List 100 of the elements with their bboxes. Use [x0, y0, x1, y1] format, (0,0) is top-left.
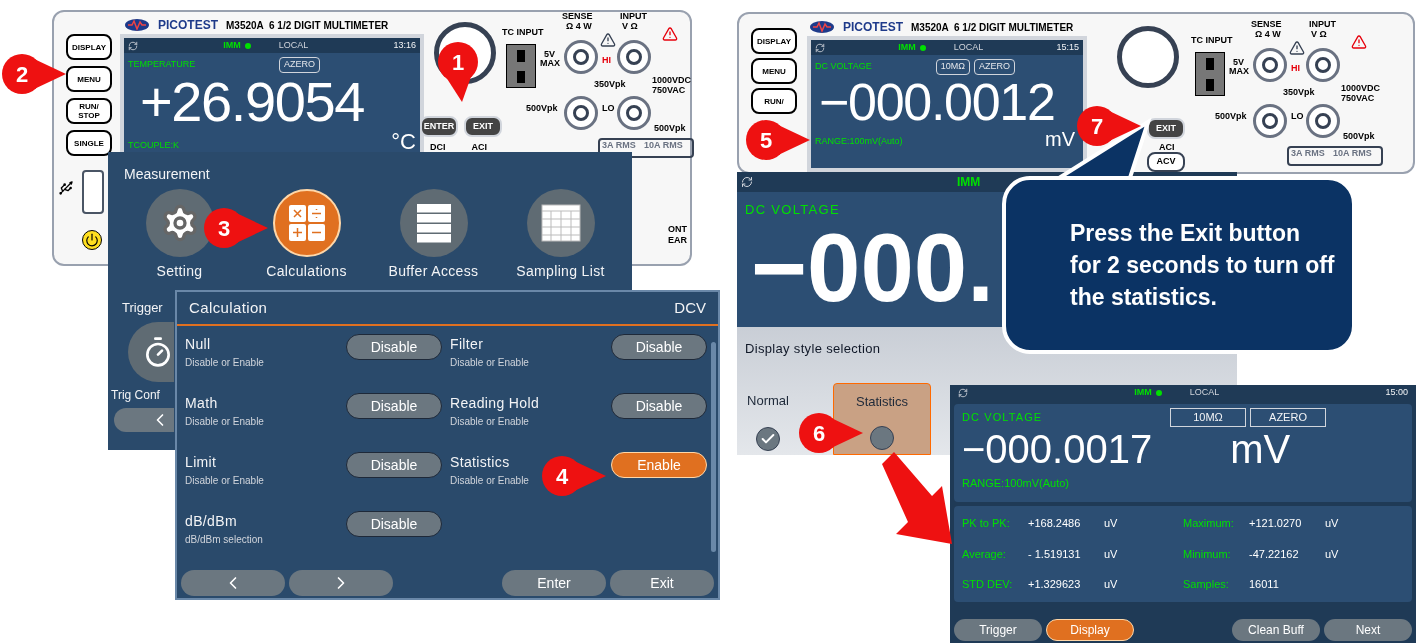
dialog-button[interactable]: Exit	[610, 570, 714, 596]
front-key[interactable]: EXIT	[1147, 118, 1185, 139]
stat-unit: uV	[1104, 546, 1118, 562]
option-hint: Disable or Enable	[450, 356, 529, 370]
option-hint: Disable or Enable	[185, 415, 264, 429]
toggle-button[interactable]: Disable	[611, 334, 707, 360]
range-label: RANGE:100mV(Auto)	[815, 135, 903, 148]
refresh-icon	[958, 387, 968, 398]
toggle-button[interactable]: Disable	[346, 511, 442, 537]
tc-input-socket	[506, 44, 536, 88]
menu-item[interactable]: Sampling List	[497, 189, 624, 282]
toggle-button[interactable]: Disable	[611, 393, 707, 419]
usb-port	[82, 170, 104, 214]
mode-tag: AZERO	[974, 59, 1015, 75]
terminal-label: TC INPUT	[502, 28, 544, 37]
section-title: Trigger	[121, 299, 163, 317]
mode-tag: 10MΩ	[935, 59, 970, 75]
terminal-label: 500Vpk	[654, 124, 686, 133]
front-key[interactable]: ENTER	[420, 116, 458, 137]
clock-label: 15:15	[1056, 40, 1079, 54]
side-key[interactable]: MENU	[66, 66, 112, 92]
terminal-label: INPUT	[1309, 20, 1336, 29]
terminal-jack	[564, 40, 598, 74]
terminal-label: 1000VDC	[1341, 84, 1381, 93]
terminal-label: 1000VDC	[652, 76, 692, 85]
front-key[interactable]: ACV	[1147, 152, 1185, 172]
side-key[interactable]: DISPLAY	[751, 28, 797, 54]
terminal-label: SENSE	[1251, 20, 1282, 29]
terminal-jack	[617, 96, 651, 130]
terminal-label: V Ω	[622, 22, 638, 31]
option-hint: Disable or Enable	[450, 415, 529, 429]
stat-value: -47.22162	[1249, 546, 1300, 562]
terminal-label: 3A RMS	[602, 141, 636, 150]
option-name: Limit	[185, 453, 217, 472]
refresh-icon	[815, 42, 825, 53]
key-caption: DCI	[430, 141, 446, 154]
callout-text: Press the Exit button for 2 seconds to turn off the statistics.	[1070, 219, 1336, 312]
toggle-button[interactable]: Disable	[346, 334, 442, 360]
stat-label: PK to PK:	[962, 516, 1011, 532]
front-key[interactable]: EXIT	[464, 116, 502, 137]
remote-label: LOCAL	[1189, 385, 1220, 399]
softkey-button[interactable]: Clean Buff	[1232, 619, 1320, 641]
stat-value: 16011	[1249, 577, 1280, 593]
refresh-icon	[128, 40, 138, 51]
style-option[interactable]: Normal	[741, 383, 795, 455]
reading-value: +26.9054	[139, 72, 364, 131]
terminal-jack	[564, 96, 598, 130]
terminal-label: INPUT	[620, 12, 647, 21]
terminal-label: 3A RMS	[1291, 149, 1325, 158]
stat-label: Average:	[962, 546, 1007, 562]
reading-value: −000.	[751, 219, 994, 316]
function-label: DC VOLTAGE	[744, 201, 841, 219]
sensor-label: TCOUPLE:K	[128, 139, 179, 152]
side-key[interactable]: RUN/	[751, 88, 797, 114]
toggle-button[interactable]: Disable	[346, 393, 442, 419]
brand-logo-icon	[124, 18, 150, 32]
mode-tag: 10MΩ	[1170, 408, 1246, 427]
stat-unit: uV	[1325, 546, 1339, 562]
dialog-title: Display style selection	[744, 340, 882, 358]
terminal-label: LO	[1291, 112, 1304, 121]
reading-value: −000.0012	[818, 74, 1055, 129]
stat-value: +121.0270	[1249, 516, 1303, 532]
side-key[interactable]: SINGLE	[66, 130, 112, 156]
warning-icon	[1289, 40, 1305, 56]
option-name: Math	[185, 394, 218, 413]
back-button[interactable]	[114, 407, 174, 432]
side-key[interactable]: RUN/ STOP	[66, 98, 112, 124]
function-label: TEMPERATURE	[128, 58, 196, 71]
panel-title: Calculation	[189, 297, 268, 318]
terminal-label: 10A RMS	[644, 141, 683, 150]
option-name: dB/dBm	[185, 512, 237, 531]
terminal-label: 750VAC	[1341, 94, 1375, 103]
mode-label: IMM	[898, 40, 916, 54]
option-hint: Disable or Enable	[185, 356, 264, 370]
unit-label: mV	[1045, 128, 1076, 149]
softkey-button[interactable]: Next	[1324, 619, 1412, 641]
side-key[interactable]: MENU	[751, 58, 797, 84]
mode-label: DCV	[674, 297, 706, 318]
softkey-button[interactable]: Trigger	[954, 619, 1042, 641]
stopwatch-button[interactable]	[128, 321, 174, 382]
function-label: DC VOLTAGE	[815, 60, 872, 73]
mode-tag: AZERO	[279, 57, 320, 73]
brand-logo-icon	[809, 20, 835, 34]
model-name: M3520A 6 1/2 DIGIT MULTIMETER	[911, 20, 1074, 35]
terminal-label: Ω 4 W	[1255, 30, 1281, 39]
style-option[interactable]: Statistics	[833, 383, 931, 455]
stat-label: Maximum:	[1183, 516, 1235, 532]
terminal-jack	[1253, 104, 1287, 138]
brand-name: PICOTEST	[158, 17, 218, 34]
brand-name: PICOTEST	[843, 19, 903, 36]
menu-title: Measurement	[123, 165, 211, 184]
terminal-label: SENSE	[562, 12, 593, 21]
dialog-button[interactable]: Enter	[502, 570, 606, 596]
option-hint: Disable or Enable	[450, 474, 529, 488]
menu-item[interactable]: Buffer Access	[370, 189, 497, 282]
side-key[interactable]: DISPLAY	[66, 34, 112, 60]
warning-icon	[1351, 34, 1367, 50]
toggle-button[interactable]: Disable	[346, 452, 442, 478]
terminal-label: HI	[1291, 64, 1300, 73]
panel-label: EAR	[668, 235, 687, 246]
